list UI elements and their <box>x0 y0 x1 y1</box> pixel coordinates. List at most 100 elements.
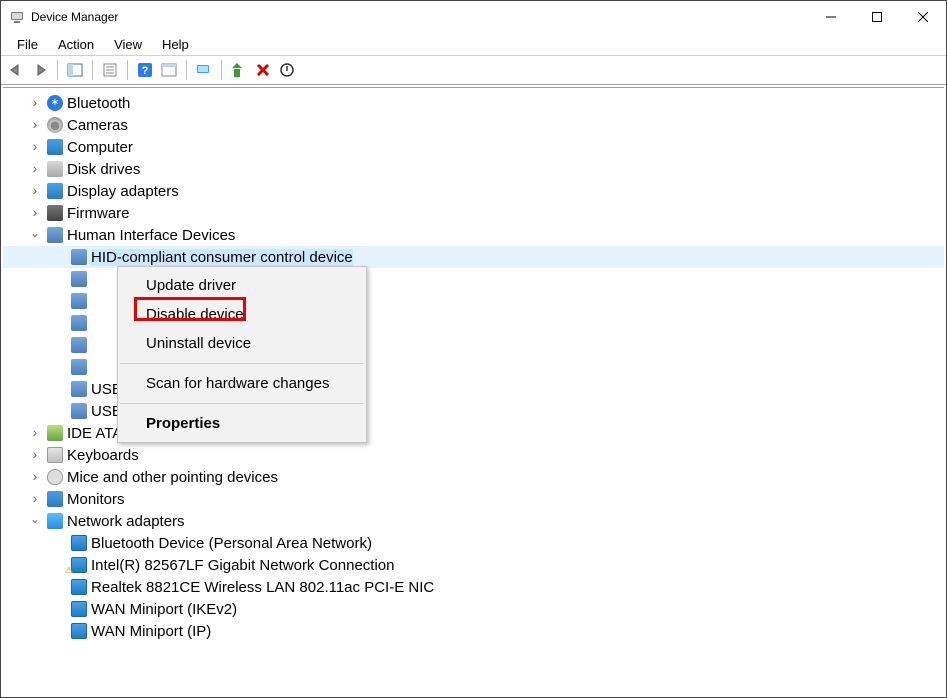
tree-category-label: Firmware <box>67 205 130 222</box>
toolbar-separator <box>92 60 93 80</box>
tree-device-item[interactable]: Bluetooth Device (Personal Area Network) <box>3 532 944 554</box>
chevron-right-icon[interactable] <box>27 491 43 507</box>
tree-category[interactable]: Monitors <box>3 488 944 510</box>
tree-category-label: Keyboards <box>67 447 139 464</box>
update-driver-button[interactable] <box>228 59 250 81</box>
titlebar: Device Manager <box>1 1 946 33</box>
mouse-icon <box>47 469 63 485</box>
hid-icon <box>71 293 87 309</box>
hid-icon <box>71 403 87 419</box>
tree-device-item[interactable]: Realtek 8821CE Wireless LAN 802.11ac PCI… <box>3 576 944 598</box>
scan-hardware-button[interactable] <box>193 59 215 81</box>
toolbar-separator <box>186 60 187 80</box>
ctx-properties[interactable]: Properties <box>118 409 366 438</box>
toolbar-separator <box>127 60 128 80</box>
firmware-icon <box>47 205 63 221</box>
tree-category[interactable]: Mice and other pointing devices <box>3 466 944 488</box>
window-controls <box>808 1 946 33</box>
bluetooth-icon: ∗ <box>47 95 63 111</box>
tree-device-label: Intel(R) 82567LF Gigabit Network Connect… <box>91 557 395 574</box>
netadp-icon <box>71 601 87 617</box>
menu-action[interactable]: Action <box>48 35 104 54</box>
ctx-separator <box>120 363 364 364</box>
tree-device-label: HID-compliant consumer control device <box>91 249 353 266</box>
tree-category[interactable]: Computer <box>3 136 944 158</box>
tree-category[interactable]: Cameras <box>3 114 944 136</box>
tree-category[interactable]: Keyboards <box>3 444 944 466</box>
hid-icon <box>71 249 87 265</box>
tree-device-item[interactable]: WAN Miniport (IKEv2) <box>3 598 944 620</box>
tree-category-label: Human Interface Devices <box>67 227 235 244</box>
maximize-button[interactable] <box>854 1 900 33</box>
tree-category[interactable]: Disk drives <box>3 158 944 180</box>
chevron-right-icon[interactable] <box>27 205 43 221</box>
back-button[interactable] <box>5 59 27 81</box>
action-button[interactable] <box>158 59 180 81</box>
tree-category-label: Mice and other pointing devices <box>67 469 278 486</box>
tree-device-item[interactable]: WAN Miniport (IP) <box>3 620 944 642</box>
hid-icon <box>71 359 87 375</box>
hid-icon <box>71 271 87 287</box>
netadp-icon <box>71 535 87 551</box>
netadp-icon <box>71 557 87 573</box>
hid-icon <box>71 337 87 353</box>
properties-button[interactable] <box>99 59 121 81</box>
forward-button[interactable] <box>29 59 51 81</box>
disable-button[interactable] <box>276 59 298 81</box>
tree-device-label: WAN Miniport (IP) <box>91 623 211 640</box>
hid-icon <box>71 315 87 331</box>
tree-category[interactable]: Firmware <box>3 202 944 224</box>
menubar: File Action View Help <box>1 33 946 55</box>
tree-category-label: Computer <box>67 139 133 156</box>
tree-category[interactable]: ∗Bluetooth <box>3 92 944 114</box>
uninstall-button[interactable] <box>252 59 274 81</box>
ctx-update-driver[interactable]: Update driver <box>118 271 366 300</box>
ctx-separator <box>120 403 364 404</box>
toolbar-separator <box>221 60 222 80</box>
help-button[interactable]: ? <box>134 59 156 81</box>
tree-category-label: Display adapters <box>67 183 179 200</box>
window-title: Device Manager <box>31 10 118 24</box>
menu-file[interactable]: File <box>7 35 48 54</box>
tree-device-item[interactable]: Intel(R) 82567LF Gigabit Network Connect… <box>3 554 944 576</box>
chevron-right-icon[interactable] <box>27 95 43 111</box>
chevron-right-icon[interactable] <box>27 117 43 133</box>
tree-category[interactable]: Display adapters <box>3 180 944 202</box>
camera-icon <box>47 117 63 133</box>
tree-device-item[interactable]: HID-compliant consumer control device <box>3 246 944 268</box>
toolbar-separator <box>57 60 58 80</box>
ctx-uninstall-device[interactable]: Uninstall device <box>118 329 366 358</box>
toolbar: ? <box>1 55 946 85</box>
tree-category-label: Cameras <box>67 117 128 134</box>
tree-category-label: Monitors <box>67 491 125 508</box>
computer-icon <box>47 139 63 155</box>
netadp-icon <box>71 623 87 639</box>
disk-drive-icon <box>47 161 63 177</box>
chevron-right-icon[interactable] <box>27 425 43 441</box>
tree-category[interactable]: Human Interface Devices <box>3 224 944 246</box>
monitor-icon <box>47 491 63 507</box>
tree-device-label: WAN Miniport (IKEv2) <box>91 601 237 618</box>
chevron-right-icon[interactable] <box>27 183 43 199</box>
chevron-right-icon[interactable] <box>27 161 43 177</box>
tree-category-label: Network adapters <box>67 513 185 530</box>
chevron-right-icon[interactable] <box>27 139 43 155</box>
ctx-scan-hardware[interactable]: Scan for hardware changes <box>118 369 366 398</box>
keyboard-icon <box>47 447 63 463</box>
minimize-button[interactable] <box>808 1 854 33</box>
display-adapter-icon <box>47 183 63 199</box>
chevron-down-icon[interactable] <box>27 514 43 528</box>
show-hide-tree-button[interactable] <box>64 59 86 81</box>
hid-icon <box>47 227 63 243</box>
tree-device-label: Bluetooth Device (Personal Area Network) <box>91 535 372 552</box>
chevron-right-icon[interactable] <box>27 469 43 485</box>
close-button[interactable] <box>900 1 946 33</box>
ctx-disable-device[interactable]: Disable device <box>118 300 366 329</box>
tree-category[interactable]: Network adapters <box>3 510 944 532</box>
chevron-right-icon[interactable] <box>27 447 43 463</box>
tree-device-label: Realtek 8821CE Wireless LAN 802.11ac PCI… <box>91 579 434 596</box>
netadp-icon <box>71 579 87 595</box>
menu-help[interactable]: Help <box>152 35 199 54</box>
chevron-down-icon[interactable] <box>27 228 43 242</box>
menu-view[interactable]: View <box>104 35 152 54</box>
